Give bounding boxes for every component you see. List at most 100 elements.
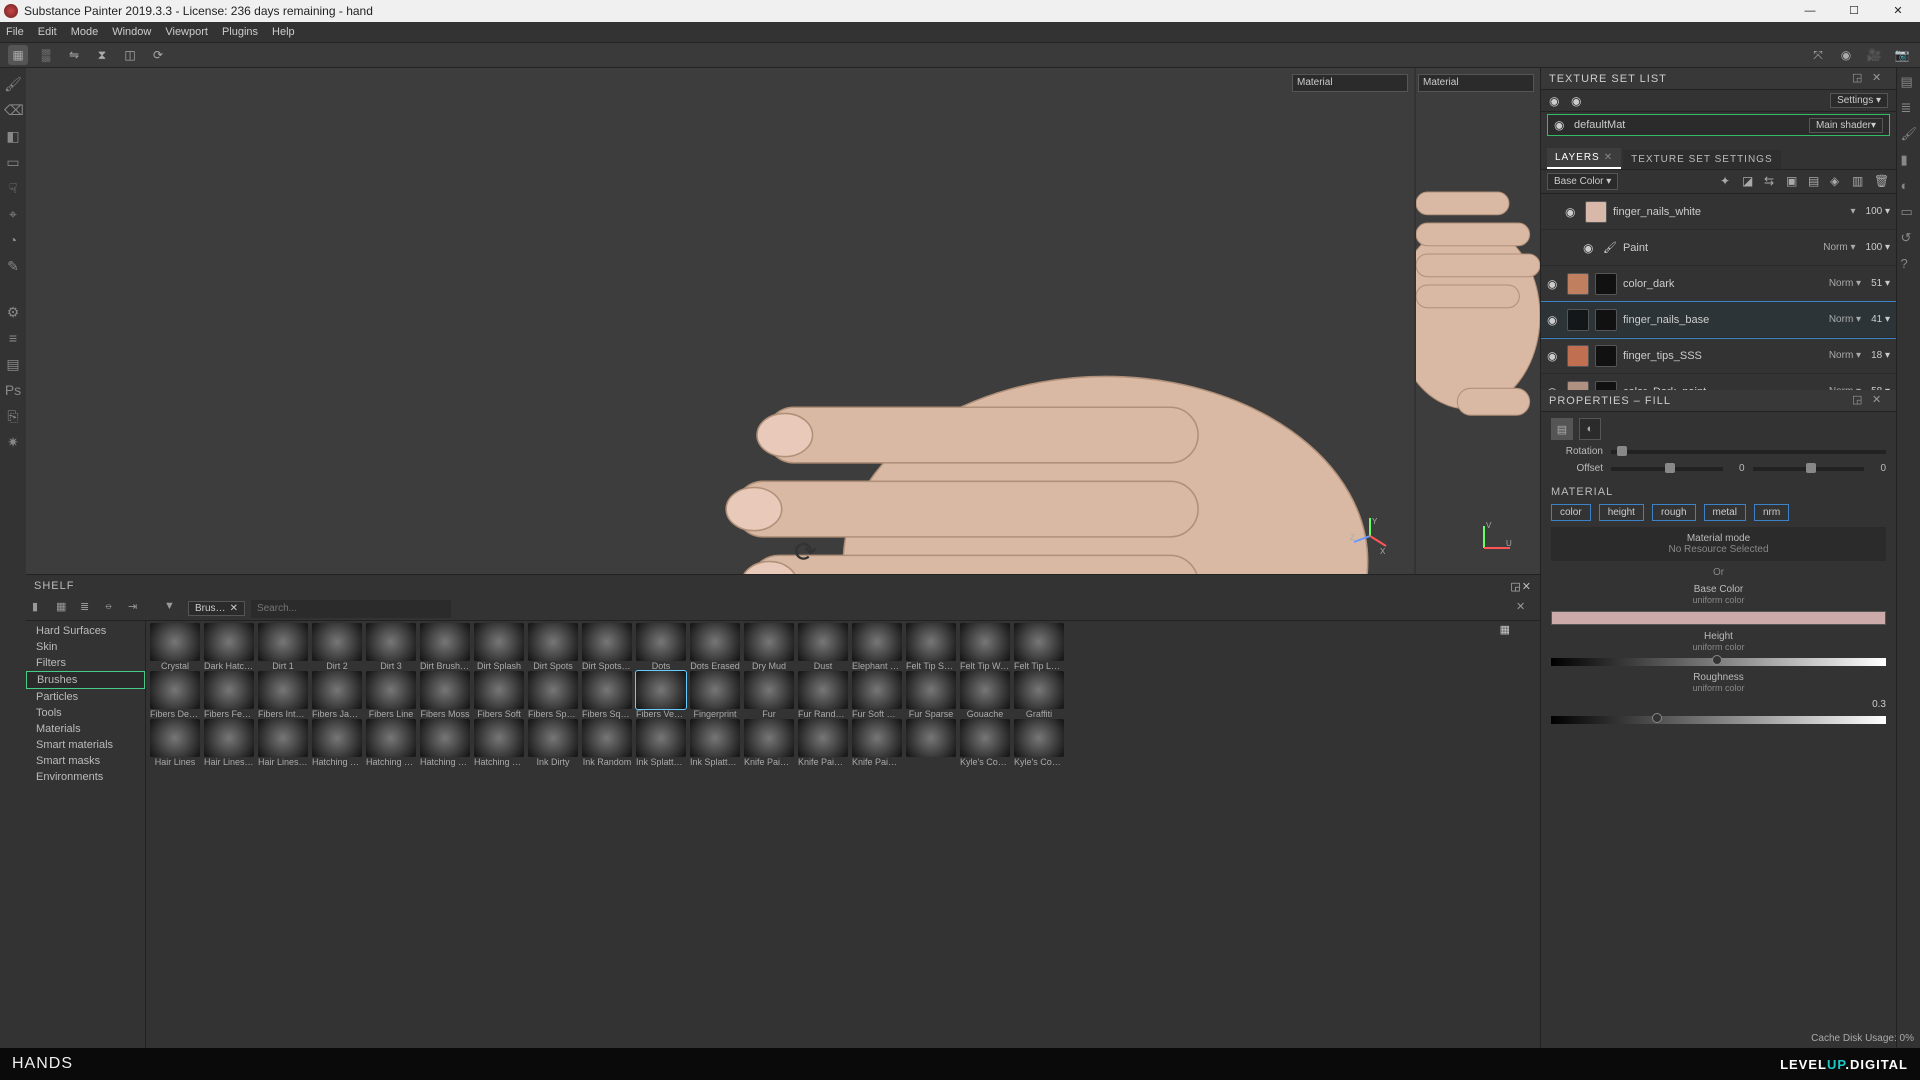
layer-row[interactable]: ◉finger_tips_SSSNorm ▾18 ▾: [1541, 338, 1896, 374]
prop-proj-mode-icon[interactable]: ◐: [1579, 418, 1601, 440]
export-icon[interactable]: ⎘: [4, 408, 22, 426]
toolbar-cube-icon[interactable]: ◉: [1836, 45, 1856, 65]
maximize-button[interactable]: ☐: [1832, 0, 1876, 22]
shelf-dock-icon[interactable]: ◲: [1510, 580, 1521, 593]
layer-swatch[interactable]: [1585, 201, 1607, 223]
shelf-item[interactable]: Fibers Inter…: [258, 671, 308, 719]
eraser-tool-icon[interactable]: ⌫: [4, 102, 22, 120]
shelf-item[interactable]: Hatching G…: [312, 719, 362, 767]
shelf-item[interactable]: Gouache: [960, 671, 1010, 719]
toolbar-camera-icon[interactable]: 🎥: [1864, 45, 1884, 65]
ps-icon[interactable]: Ps: [4, 382, 22, 400]
shelf-item[interactable]: Fibers Squa…: [582, 671, 632, 719]
shelf-item[interactable]: Fibers Jagg…: [312, 671, 362, 719]
shelf-item[interactable]: [906, 719, 956, 767]
dock-env-icon[interactable]: ◐: [1901, 178, 1917, 194]
shelf-item[interactable]: Ink Splatter…: [690, 719, 740, 767]
height-slider[interactable]: [1551, 658, 1886, 666]
layer-effect-icon[interactable]: ✦: [1720, 174, 1736, 190]
layer-swatch[interactable]: [1567, 309, 1589, 331]
shelf-item[interactable]: Ink Random: [582, 719, 632, 767]
layer-icon[interactable]: ▤: [4, 356, 22, 374]
shelf-close-icon[interactable]: ✕: [1522, 580, 1532, 593]
layer-row[interactable]: ◉color_Dark_paintNorm ▾58 ▾: [1541, 374, 1896, 390]
mat-btn-metal[interactable]: metal: [1704, 504, 1746, 521]
layer-row[interactable]: ◉color_darkNorm ▾51 ▾: [1541, 266, 1896, 302]
layer-folder-icon[interactable]: ▥: [1852, 174, 1868, 190]
layer-opacity-dropdown[interactable]: 100 ▾: [1866, 242, 1890, 253]
toolbar-refresh-icon[interactable]: ⟳: [148, 45, 168, 65]
shelf-cat-brushes[interactable]: Brushes: [26, 671, 145, 689]
shelf-item[interactable]: Felt Tip Small: [906, 623, 956, 671]
shelf-cat-environments[interactable]: Environments: [26, 769, 145, 785]
tab-texture-set-settings[interactable]: TEXTURE SET SETTINGS: [1623, 150, 1781, 169]
menu-mode[interactable]: Mode: [71, 26, 99, 38]
toolbar-mirror-icon[interactable]: ⇋: [64, 45, 84, 65]
shelf-item[interactable]: Knife Painti…: [852, 719, 902, 767]
tab-layers[interactable]: LAYERS✕: [1547, 148, 1621, 169]
layer-opacity-dropdown[interactable]: 18 ▾: [1871, 350, 1890, 361]
shelf-item[interactable]: Kyle's Conc…: [960, 719, 1010, 767]
tsl-shader-dropdown[interactable]: Main shader▾: [1809, 118, 1883, 133]
menu-plugins[interactable]: Plugins: [222, 26, 258, 38]
shelf-item[interactable]: Fingerprint: [690, 671, 740, 719]
menu-viewport[interactable]: Viewport: [165, 26, 208, 38]
layer-visibility-icon[interactable]: ◉: [1547, 277, 1561, 291]
tsl-item-eye-icon[interactable]: ◉: [1554, 118, 1568, 132]
layer-swatch[interactable]: [1567, 273, 1589, 295]
toolbar-symmetry-icon[interactable]: ⧗: [92, 45, 112, 65]
prop-close-icon[interactable]: ✕: [1872, 393, 1888, 409]
shelf-item[interactable]: Fibers Dense: [150, 671, 200, 719]
mat-btn-nrm[interactable]: nrm: [1754, 504, 1789, 521]
base-color-swatch[interactable]: [1551, 611, 1886, 625]
dock-help-icon[interactable]: ?: [1901, 256, 1917, 272]
shelf-item[interactable]: Knife Painti…: [798, 719, 848, 767]
toolbar-frame-icon[interactable]: ◫: [120, 45, 140, 65]
mat-btn-color[interactable]: color: [1551, 504, 1591, 521]
layer-smart-icon[interactable]: ◈: [1830, 174, 1846, 190]
shelf-item[interactable]: Fibers Sparse: [528, 671, 578, 719]
layer-blend-dropdown[interactable]: Norm ▾: [1823, 242, 1855, 253]
shelf-item[interactable]: Fibers Soft: [474, 671, 524, 719]
shelf-item[interactable]: Ink Dirty: [528, 719, 578, 767]
texture-set-item[interactable]: ◉ defaultMat Main shader▾: [1547, 114, 1890, 136]
shelf-item[interactable]: Knife Painti…: [744, 719, 794, 767]
toolbar-gizmo-icon[interactable]: ⤧: [1808, 45, 1828, 65]
shelf-item[interactable]: Dark Hatcher: [204, 623, 254, 671]
shelf-item[interactable]: Fibers Feat…: [204, 671, 254, 719]
gear-icon[interactable]: ⚙: [4, 304, 22, 322]
dock-display-icon[interactable]: ▭: [1901, 204, 1917, 220]
shelf-item[interactable]: Felt Tip Wa…: [960, 623, 1010, 671]
layer-visibility-icon[interactable]: ◉: [1547, 349, 1561, 363]
layer-swatch[interactable]: [1567, 381, 1589, 391]
shelf-cat-filters[interactable]: Filters: [26, 655, 145, 671]
shelf-cat-materials[interactable]: Materials: [26, 721, 145, 737]
shelf-item[interactable]: Dirt 3: [366, 623, 416, 671]
shelf-list-icon[interactable]: ≣: [80, 600, 98, 618]
sliders-icon[interactable]: ≡: [4, 330, 22, 348]
shelf-hide-icon[interactable]: ⦵: [104, 600, 122, 618]
shelf-item[interactable]: Dirt Spots …: [582, 623, 632, 671]
material-tool-icon[interactable]: ◔: [4, 232, 22, 250]
shelf-item[interactable]: Graffiti: [1014, 671, 1064, 719]
menu-file[interactable]: File: [6, 26, 24, 38]
material-mode-box[interactable]: Material mode No Resource Selected: [1551, 527, 1886, 561]
viewport-2d[interactable]: Material V U: [1416, 68, 1540, 574]
menu-window[interactable]: Window: [112, 26, 151, 38]
prop-dock-icon[interactable]: ◲: [1852, 393, 1868, 409]
layer-opacity-dropdown[interactable]: 100 ▾: [1866, 206, 1890, 217]
shelf-item[interactable]: Kyle's Conc…: [1014, 719, 1064, 767]
tsl-settings-dropdown[interactable]: Settings ▾: [1830, 93, 1888, 108]
layer-row[interactable]: ◉finger_nails_white ▾100 ▾: [1541, 194, 1896, 230]
layer-swatch[interactable]: [1567, 345, 1589, 367]
tsl-eye-all-icon[interactable]: ◉: [1549, 94, 1563, 108]
shelf-item[interactable]: Hair Lines: [150, 719, 200, 767]
shelf-cat-skin[interactable]: Skin: [26, 639, 145, 655]
shelf-cat-hard-surfaces[interactable]: Hard Surfaces: [26, 623, 145, 639]
brush-tool-icon[interactable]: 🖌: [4, 76, 22, 94]
shelf-item[interactable]: Hatching S…: [420, 719, 470, 767]
shelf-search-close-icon[interactable]: ✕: [1516, 600, 1534, 618]
rotation-slider[interactable]: [1611, 450, 1886, 454]
shelf-item[interactable]: Fur Random: [798, 671, 848, 719]
layer-add-icon[interactable]: ▤: [1808, 174, 1824, 190]
